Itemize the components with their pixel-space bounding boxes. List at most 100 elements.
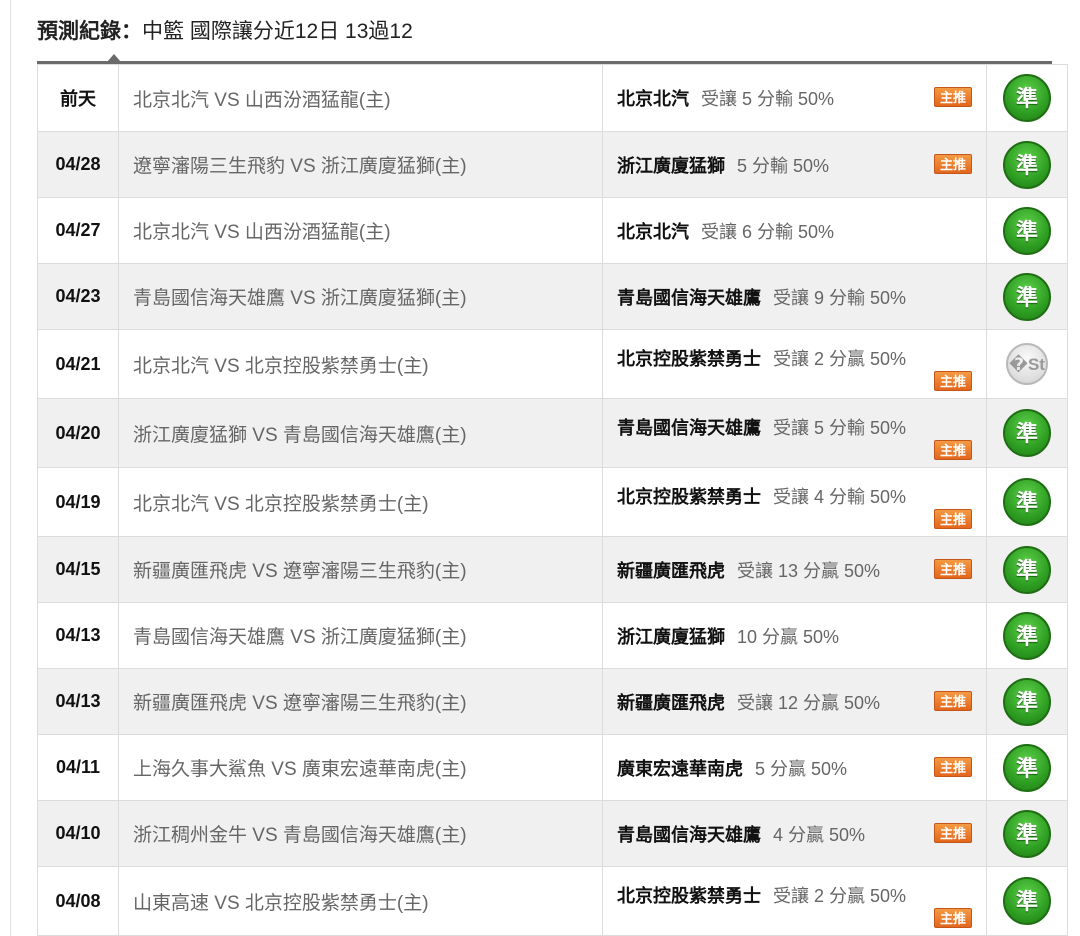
row-date: 04/23	[37, 263, 119, 330]
row-result: 準	[986, 64, 1068, 132]
pick-line: 北京北汽 受讓 5 分輸 50%	[617, 85, 986, 111]
table-row: 04/23 青島國信海天雄鷹 VS 浙江廣廈猛獅(主) 青島國信海天雄鷹 受讓 9 分…	[37, 263, 1068, 330]
pick-content: 北京北汽 受讓 5 分輸 50%	[603, 85, 986, 111]
row-result: 準	[986, 800, 1068, 867]
pick-line: 新疆廣匯飛虎 受讓 12 分贏 50%	[617, 689, 986, 715]
row-pick: 北京控股紫禁勇士 受讓 4 分輸 50% 主推	[602, 467, 987, 537]
row-result: 準	[986, 398, 1068, 468]
row-result: 準	[986, 602, 1068, 669]
row-date: 04/13	[37, 602, 119, 669]
pick-line: 北京控股紫禁勇士 受讓 4 分輸 50%	[617, 483, 986, 509]
hit-badge-icon: 準	[1003, 545, 1051, 594]
table-row: 04/13 青島國信海天雄鷹 VS 浙江廣廈猛獅(主) 浙江廣廈猛獅 10 分贏 50…	[37, 602, 1068, 669]
row-match: 北京北汽 VS 北京控股紫禁勇士(主)	[118, 329, 603, 399]
pick-team: 北京控股紫禁勇士	[617, 349, 761, 369]
row-match: 新疆廣匯飛虎 VS 遼寧瀋陽三生飛豹(主)	[118, 536, 603, 603]
row-pick: 浙江廣廈猛獅 10 分贏 50%	[602, 602, 987, 669]
page-left-border	[10, 0, 11, 936]
pick-odds: 5 分輸 50%	[737, 155, 830, 176]
pick-content: 北京北汽 受讓 6 分輸 50%	[603, 218, 986, 244]
table-row: 04/11 上海久事大鯊魚 VS 廣東宏遠華南虎(主) 廣東宏遠華南虎 5 分贏 50…	[37, 734, 1068, 801]
header-summary: 中籃 國際讓分近12日 13過12	[142, 20, 413, 43]
pick-line: 北京北汽 受讓 6 分輸 50%	[617, 218, 986, 244]
pick-content: 新疆廣匯飛虎 受讓 13 分贏 50%	[603, 557, 986, 583]
row-match: 北京北汽 VS 山西汾酒猛龍(主)	[118, 64, 603, 132]
main-recommend-badge: 主推	[934, 558, 972, 579]
prediction-table-body: 前天 北京北汽 VS 山西汾酒猛龍(主) 北京北汽 受讓 5 分輸 50% 主推準 04/…	[37, 64, 1068, 936]
row-match: 新疆廣匯飛虎 VS 遼寧瀋陽三生飛豹(主)	[118, 668, 603, 735]
pick-line: 青島國信海天雄鷹 受讓 5 分輸 50%	[617, 414, 986, 440]
row-match: 青島國信海天雄鷹 VS 浙江廣廈猛獅(主)	[118, 263, 603, 330]
table-row: 04/10 浙江稠州金牛 VS 青島國信海天雄鷹(主) 青島國信海天雄鷹 4 分贏 5…	[37, 800, 1068, 867]
hit-badge-icon: 準	[1003, 272, 1051, 321]
pick-team: 北京控股紫禁勇士	[617, 487, 761, 507]
row-pick: 北京控股紫禁勇士 受讓 2 分贏 50% 主推	[602, 329, 987, 399]
row-match: 青島國信海天雄鷹 VS 浙江廣廈猛獅(主)	[118, 602, 603, 669]
pick-odds: 受讓 2 分贏 50%	[773, 349, 907, 369]
hit-badge-icon: 準	[1003, 677, 1051, 726]
pick-odds: 4 分贏 50%	[773, 824, 866, 845]
row-pick: 浙江廣廈猛獅 5 分輸 50% 主推	[602, 131, 987, 198]
hit-badge-icon: 準	[1003, 809, 1051, 858]
pick-line: 北京控股紫禁勇士 受讓 2 分贏 50%	[617, 882, 986, 908]
pick-odds: 受讓 6 分輸 50%	[701, 221, 835, 242]
hit-badge-icon: 準	[1003, 74, 1051, 122]
pick-odds: 受讓 13 分贏 50%	[737, 560, 881, 581]
row-match: 遼寧瀋陽三生飛豹 VS 浙江廣廈猛獅(主)	[118, 131, 603, 198]
table-row: 04/13 新疆廣匯飛虎 VS 遼寧瀋陽三生飛豹(主) 新疆廣匯飛虎 受讓 12 分贏…	[37, 668, 1068, 735]
row-result: 準	[986, 536, 1068, 603]
pick-line: 北京控股紫禁勇士 受讓 2 分贏 50%	[617, 345, 986, 371]
prediction-record-header: 預測紀錄：中籃 國際讓分近12日 13過12	[37, 14, 413, 50]
main-recommend-badge: 主推	[934, 908, 972, 928]
pick-odds: 受讓 2 分贏 50%	[773, 886, 907, 906]
pick-line: 青島國信海天雄鷹 受讓 9 分輸 50%	[617, 284, 986, 310]
pick-team: 青島國信海天雄鷹	[617, 418, 761, 438]
row-date: 04/13	[37, 668, 119, 735]
row-date: 04/11	[37, 734, 119, 801]
row-pick: 青島國信海天雄鷹 4 分贏 50% 主推	[602, 800, 987, 867]
row-date: 04/10	[37, 800, 119, 867]
pick-odds: 受讓 9 分輸 50%	[773, 287, 907, 308]
row-result: 準	[986, 131, 1068, 198]
main-recommend-badge: 主推	[934, 371, 972, 391]
pick-odds: 5 分贏 50%	[755, 758, 848, 779]
row-result: �St	[986, 329, 1068, 399]
pick-team: 北京控股紫禁勇士	[617, 886, 761, 906]
pick-team: 北京北汽	[617, 89, 689, 109]
row-match: 浙江稠州金牛 VS 青島國信海天雄鷹(主)	[118, 800, 603, 867]
row-date: 04/27	[37, 197, 119, 264]
pick-line: 廣東宏遠華南虎 5 分贏 50%	[617, 755, 986, 781]
row-date: 04/19	[37, 467, 119, 537]
pick-team: 新疆廣匯飛虎	[617, 560, 725, 581]
pick-content: 廣東宏遠華南虎 5 分贏 50%	[603, 755, 986, 781]
pick-content: 青島國信海天雄鷹 受讓 5 分輸 50% 主推	[603, 414, 986, 460]
pick-odds: 受讓 5 分輸 50%	[701, 89, 835, 109]
row-match: 上海久事大鯊魚 VS 廣東宏遠華南虎(主)	[118, 734, 603, 801]
pick-line: 新疆廣匯飛虎 受讓 13 分贏 50%	[617, 557, 986, 583]
pick-odds: 受讓 5 分輸 50%	[773, 418, 907, 438]
row-date: 04/08	[37, 866, 119, 936]
main-recommend-badge: 主推	[934, 153, 972, 174]
main-recommend-badge: 主推	[934, 690, 972, 711]
row-pick: 青島國信海天雄鷹 受讓 9 分輸 50%	[602, 263, 987, 330]
pick-odds: 10 分贏 50%	[737, 626, 840, 647]
row-result: 準	[986, 866, 1068, 936]
hit-badge-icon: 準	[1003, 478, 1051, 526]
pick-content: 北京控股紫禁勇士 受讓 2 分贏 50% 主推	[603, 345, 986, 391]
row-pick: 廣東宏遠華南虎 5 分贏 50% 主推	[602, 734, 987, 801]
row-result: 準	[986, 734, 1068, 801]
table-row: 04/28 遼寧瀋陽三生飛豹 VS 浙江廣廈猛獅(主) 浙江廣廈猛獅 5 分輸 50%…	[37, 131, 1068, 198]
pick-content: 北京控股紫禁勇士 受讓 4 分輸 50% 主推	[603, 483, 986, 529]
pick-team: 北京北汽	[617, 221, 689, 242]
row-result: 準	[986, 197, 1068, 264]
row-match: 山東高速 VS 北京控股紫禁勇士(主)	[118, 866, 603, 936]
row-date: 04/28	[37, 131, 119, 198]
pick-line: 浙江廣廈猛獅 10 分贏 50%	[617, 623, 986, 649]
main-recommend-badge: 主推	[934, 440, 972, 460]
row-date: 前天	[37, 64, 119, 132]
pick-content: 青島國信海天雄鷹 受讓 9 分輸 50%	[603, 284, 986, 310]
pick-team: 廣東宏遠華南虎	[617, 758, 743, 779]
main-recommend-badge: 主推	[934, 87, 972, 107]
table-row: 04/20 浙江廣廈猛獅 VS 青島國信海天雄鷹(主) 青島國信海天雄鷹 受讓 5 分…	[37, 398, 1068, 468]
pick-team: 浙江廣廈猛獅	[617, 155, 725, 176]
